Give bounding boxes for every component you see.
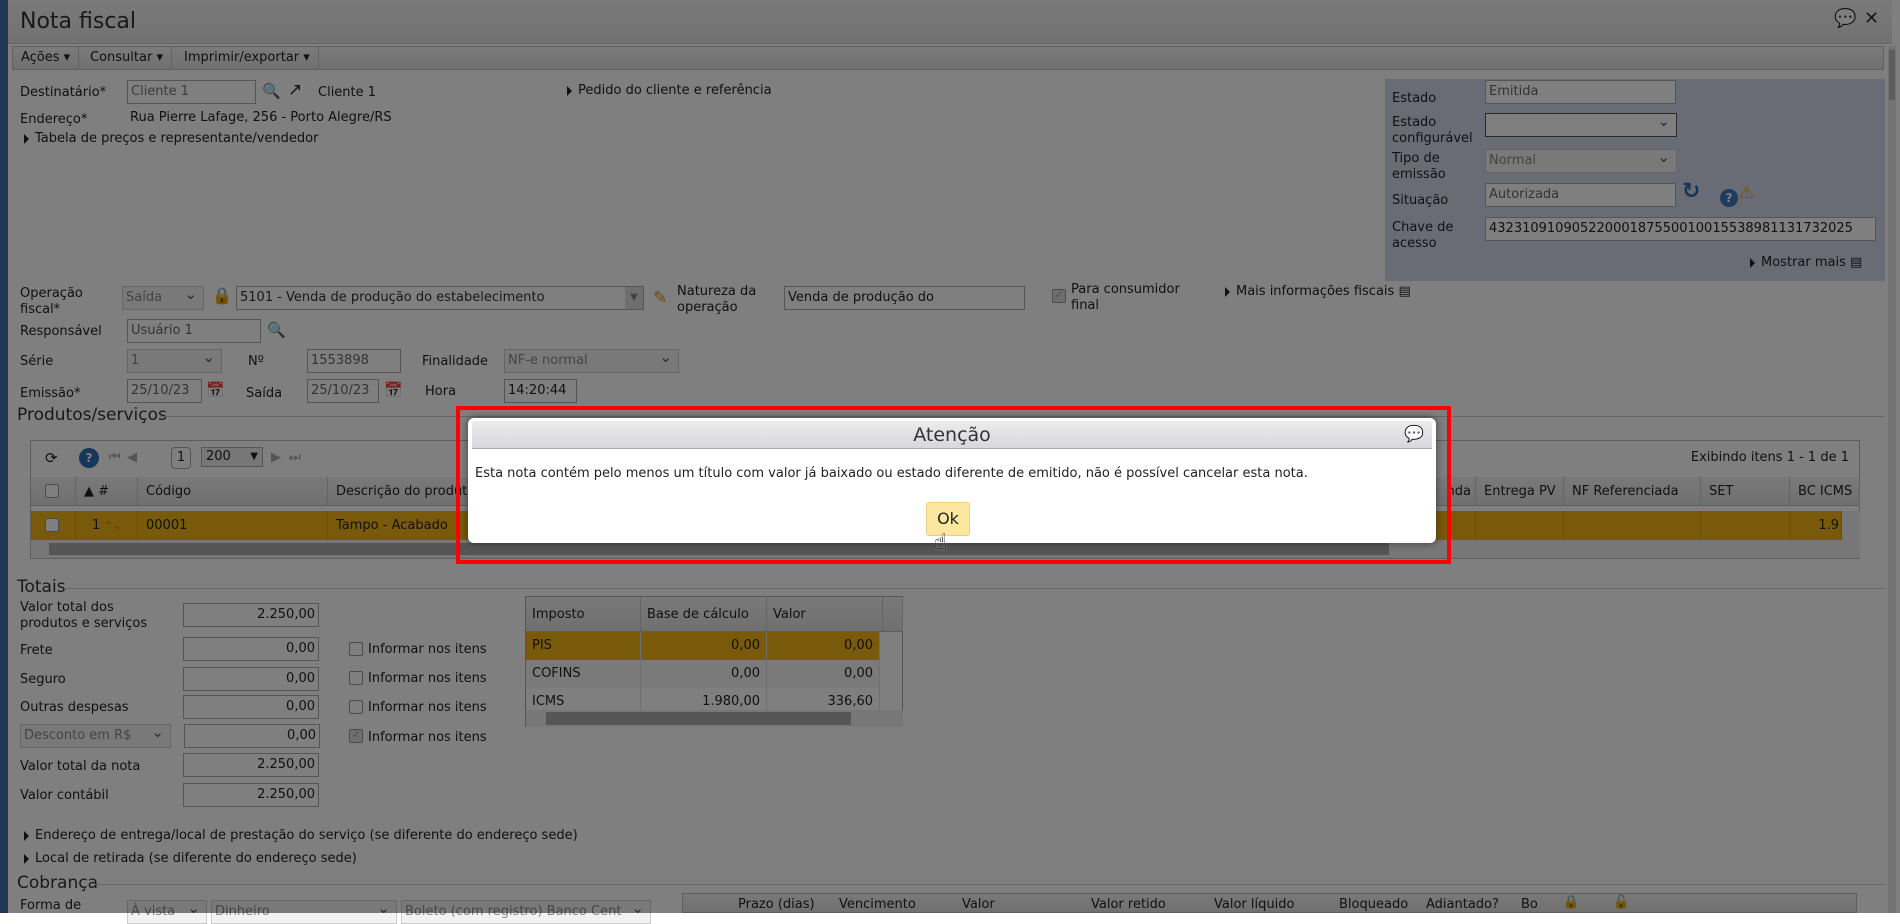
dialog-title: Atenção	[913, 424, 991, 446]
ok-button[interactable]: Ok	[926, 502, 970, 536]
dialog-header: Atenção 💬	[472, 421, 1432, 449]
attention-dialog: Atenção 💬 Esta nota contém pelo menos um…	[468, 418, 1436, 543]
dialog-message: Esta nota contém pelo menos um título co…	[475, 466, 1308, 481]
hand-cursor-icon: ☝	[934, 530, 948, 555]
comment-icon[interactable]: 💬	[1404, 424, 1424, 443]
